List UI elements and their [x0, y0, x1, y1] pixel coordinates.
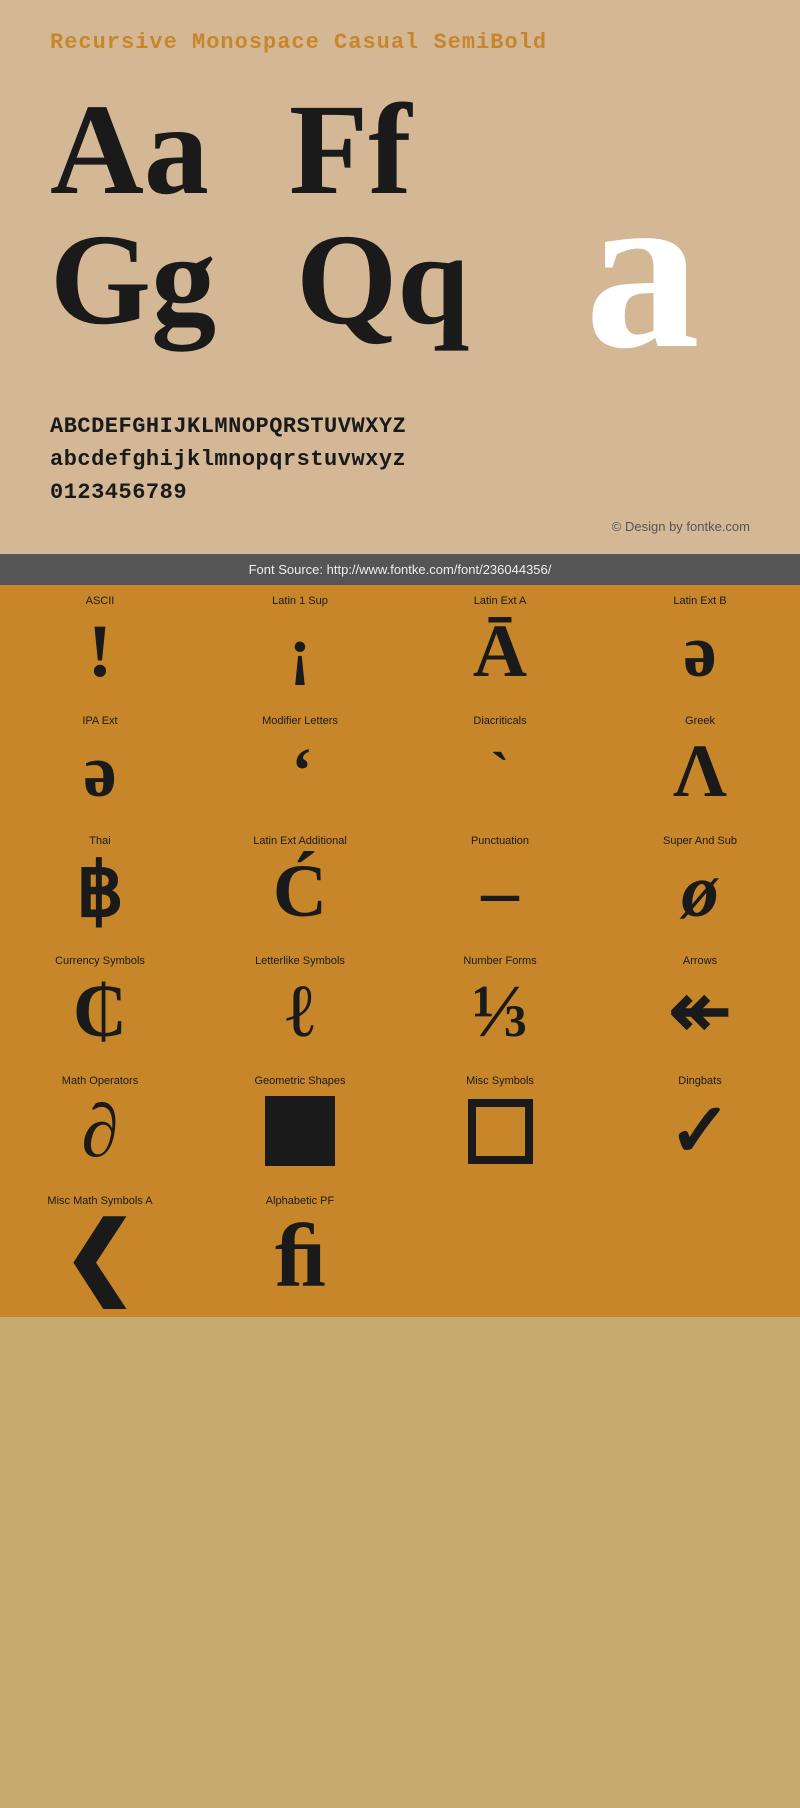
glyph-label-superandsub: Super And Sub	[605, 835, 795, 847]
glyph-cell-superandsub: Super And Sub ø	[600, 825, 800, 945]
glyph-char-latinextb: ə	[683, 612, 716, 690]
char-Aa: Aa	[50, 85, 209, 215]
geo-square	[265, 1096, 335, 1166]
glyph-cell-ipaext: IPA Ext ə	[0, 705, 200, 825]
glyph-cell-miscsymbols: Misc Symbols	[400, 1065, 600, 1185]
glyph-cell-currency: Currency Symbols ₵	[0, 945, 200, 1065]
glyph-label-latin1sup: Latin 1 Sup	[205, 595, 395, 607]
glyph-cell-numforms: Number Forms ⅓	[400, 945, 600, 1065]
glyph-cell-geoshapes: Geometric Shapes	[200, 1065, 400, 1185]
glyph-char-latinexta: Ā	[473, 612, 527, 690]
glyph-char-geoshapes	[265, 1092, 335, 1170]
glyph-section: ASCII ! Latin 1 Sup ¡ Latin Ext A Ā Lati…	[0, 585, 800, 1317]
glyph-cell-latinexta: Latin Ext A Ā	[400, 585, 600, 705]
glyph-label-modletters: Modifier Letters	[205, 715, 395, 727]
glyph-cell-modletters: Modifier Letters ʻ	[200, 705, 400, 825]
glyph-label-alphabeticpf: Alphabetic PF	[205, 1195, 395, 1207]
glyph-char-greek: Λ	[673, 732, 727, 810]
glyph-char-currency: ₵	[73, 972, 127, 1050]
alphabet-uppercase: ABCDEFGHIJKLMNOPQRSTUVWXYZ	[50, 410, 750, 443]
glyph-char-mathops: ∂	[81, 1092, 118, 1170]
glyph-label-miscmath: Misc Math Symbols A	[5, 1195, 195, 1207]
glyph-char-latinextadd: Ć	[273, 852, 327, 930]
glyph-char-alphabeticpf: ﬁ	[275, 1212, 325, 1302]
glyph-label-letterlike: Letterlike Symbols	[205, 955, 395, 967]
font-source-bar: Font Source: http://www.fontke.com/font/…	[0, 554, 800, 585]
glyph-grid: ASCII ! Latin 1 Sup ¡ Latin Ext A Ā Lati…	[0, 585, 800, 1317]
glyph-label-latinexta: Latin Ext A	[405, 595, 595, 607]
glyph-label-ipaext: IPA Ext	[5, 715, 195, 727]
char-Gg: Gg	[50, 215, 216, 345]
glyph-label-ascii: ASCII	[5, 595, 195, 607]
glyph-label-latinextadd: Latin Ext Additional	[205, 835, 395, 847]
large-chars-container: Aa Ff Gg Qq a	[50, 85, 750, 385]
glyph-cell-empty-2	[600, 1185, 800, 1317]
char-Ff: Ff	[289, 85, 412, 215]
glyph-char-numforms: ⅓	[472, 972, 528, 1050]
glyph-cell-dingbats: Dingbats ✓	[600, 1065, 800, 1185]
glyph-char-latin1sup: ¡	[289, 612, 311, 690]
glyph-label-numforms: Number Forms	[405, 955, 595, 967]
glyph-label-mathops: Math Operators	[5, 1075, 195, 1087]
glyph-label-currency: Currency Symbols	[5, 955, 195, 967]
glyph-cell-mathops: Math Operators ∂	[0, 1065, 200, 1185]
glyph-label-punctuation: Punctuation	[405, 835, 595, 847]
glyph-label-greek: Greek	[605, 715, 795, 727]
glyph-cell-latinextadd: Latin Ext Additional Ć	[200, 825, 400, 945]
alphabet-digits: 0123456789	[50, 476, 750, 509]
glyph-char-ipaext: ə	[83, 732, 116, 810]
glyph-cell-ascii: ASCII !	[0, 585, 200, 705]
glyph-cell-thai: Thai ฿	[0, 825, 200, 945]
alphabet-section: ABCDEFGHIJKLMNOPQRSTUVWXYZ abcdefghijklm…	[50, 395, 750, 509]
copyright: © Design by fontke.com	[50, 519, 750, 534]
glyph-cell-letterlike: Letterlike Symbols ℓ	[200, 945, 400, 1065]
glyph-char-ascii: !	[88, 612, 113, 690]
glyph-char-diacriticals: `	[491, 732, 509, 810]
glyph-char-miscmath: ❮	[62, 1212, 137, 1302]
glyph-label-latinextb: Latin Ext B	[605, 595, 795, 607]
geo-outline	[468, 1099, 533, 1164]
glyph-label-diacriticals: Diacriticals	[405, 715, 595, 727]
glyph-cell-alphabeticpf: Alphabetic PF ﬁ	[200, 1185, 400, 1317]
glyph-char-superandsub: ø	[681, 852, 719, 930]
glyph-char-dingbats: ✓	[669, 1092, 732, 1170]
glyph-char-modletters: ʻ	[289, 732, 311, 810]
glyph-char-arrows: ↞	[669, 972, 732, 1050]
glyph-label-dingbats: Dingbats	[605, 1075, 795, 1087]
glyph-cell-diacriticals: Diacriticals `	[400, 705, 600, 825]
glyph-cell-miscmath: Misc Math Symbols A ❮	[0, 1185, 200, 1317]
glyph-label-thai: Thai	[5, 835, 195, 847]
char-Qq: Qq	[296, 215, 469, 345]
glyph-cell-greek: Greek Λ	[600, 705, 800, 825]
char-watermark: a	[585, 165, 700, 372]
glyph-char-punctuation: –	[481, 852, 519, 930]
glyph-char-thai: ฿	[76, 852, 124, 930]
glyph-cell-empty-1	[400, 1185, 600, 1317]
header-section: Recursive Monospace Casual SemiBold Aa F…	[0, 0, 800, 554]
glyph-label-miscsymbols: Misc Symbols	[405, 1075, 595, 1087]
glyph-char-miscsymbols	[468, 1092, 533, 1170]
glyph-cell-arrows: Arrows ↞	[600, 945, 800, 1065]
font-title: Recursive Monospace Casual SemiBold	[50, 30, 750, 55]
glyph-cell-latinextb: Latin Ext B ə	[600, 585, 800, 705]
glyph-cell-punctuation: Punctuation –	[400, 825, 600, 945]
alphabet-lowercase: abcdefghijklmnopqrstuvwxyz	[50, 443, 750, 476]
glyph-label-geoshapes: Geometric Shapes	[205, 1075, 395, 1087]
glyph-char-letterlike: ℓ	[286, 972, 314, 1050]
glyph-cell-latin1sup: Latin 1 Sup ¡	[200, 585, 400, 705]
glyph-label-arrows: Arrows	[605, 955, 795, 967]
